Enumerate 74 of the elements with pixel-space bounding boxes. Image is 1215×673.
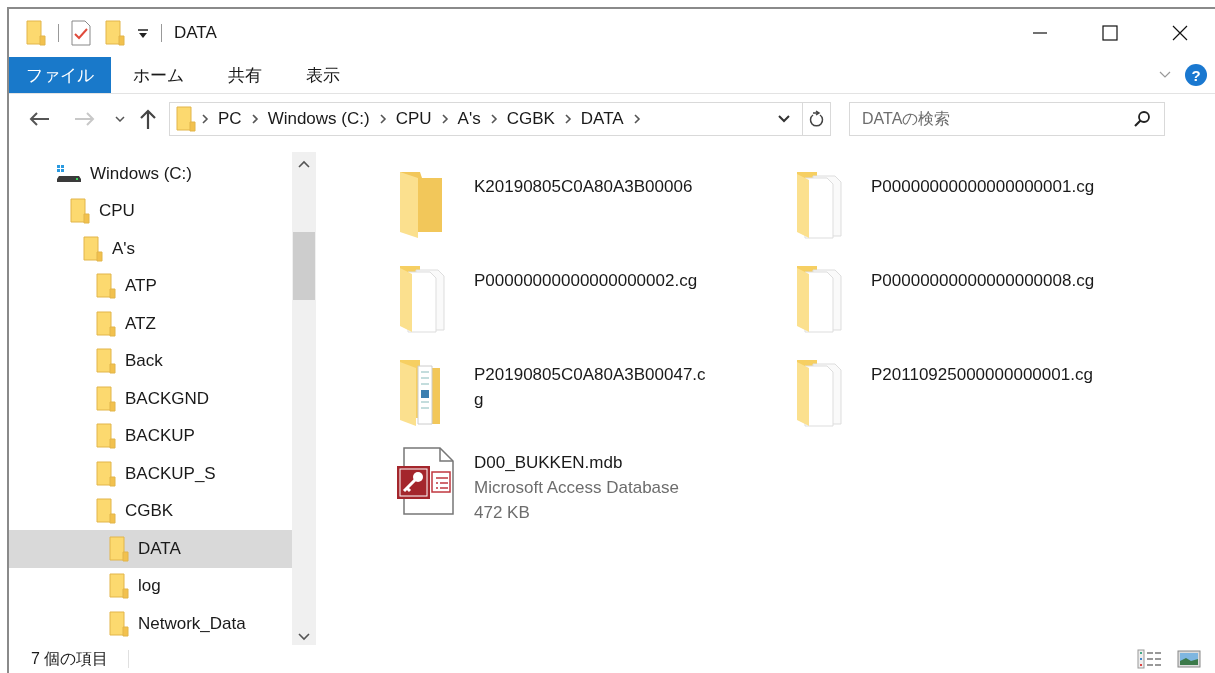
folder-icon — [26, 19, 46, 46]
folder-icon — [70, 198, 90, 225]
tree-item[interactable]: ATP — [9, 267, 292, 305]
tree-item[interactable]: BACKUP — [9, 417, 292, 455]
chevron-icon — [378, 114, 387, 124]
folder-icon — [96, 498, 116, 525]
tree-item[interactable]: A's — [9, 230, 292, 268]
chevron-icon — [489, 114, 498, 124]
folder-icon — [96, 423, 116, 450]
file-name[interactable]: P20110925000000000001.cg — [871, 362, 1111, 387]
folder-icon — [83, 235, 103, 262]
file-name[interactable]: D00_BUKKEN.mdb — [474, 450, 714, 475]
details-view-button[interactable] — [1137, 649, 1163, 669]
breadcrumb-item[interactable]: A's — [453, 109, 485, 129]
folder-icon — [109, 610, 129, 637]
address-bar[interactable]: PC Windows (C:) CPU A's CGBK DATA — [169, 102, 831, 136]
scrollbar-thumb[interactable] — [293, 231, 315, 300]
folder-icon — [96, 385, 116, 412]
tree-item[interactable]: CGBK — [9, 492, 292, 530]
search-field[interactable]: DATAの検索 — [849, 102, 1165, 136]
chevron-icon — [250, 114, 259, 124]
ribbon-tab[interactable]: 表示 — [284, 57, 362, 93]
folder-icon — [109, 573, 129, 600]
ribbon-tab[interactable]: 共有 — [206, 57, 284, 93]
properties-icon[interactable] — [71, 19, 91, 46]
folder-icon — [109, 535, 129, 562]
up-arrow-icon[interactable] — [139, 108, 157, 130]
folder-icon — [96, 310, 116, 337]
tree-item[interactable]: BACKUP_S — [9, 455, 292, 493]
folder-icon — [96, 348, 116, 375]
file-name[interactable]: P00000000000000000001.cg — [871, 174, 1111, 199]
large-icons-view-button[interactable] — [1177, 649, 1201, 669]
file-name[interactable]: P00000000000000000002.cg — [474, 268, 714, 293]
refresh-icon[interactable] — [808, 110, 825, 128]
chevron-icon — [632, 114, 641, 124]
search-icon — [1133, 110, 1151, 128]
breadcrumb-item[interactable]: PC — [214, 109, 246, 129]
file-name[interactable]: K20190805C0A80A3B00006 — [474, 174, 714, 199]
drive-icon — [57, 164, 81, 183]
close-icon[interactable] — [1172, 24, 1188, 41]
tree-item[interactable]: CPU — [9, 192, 292, 230]
dropdown-icon[interactable] — [137, 26, 149, 39]
maximize-icon[interactable] — [1102, 24, 1118, 41]
folder-icon — [96, 460, 116, 487]
tree-item[interactable]: ATZ — [9, 305, 292, 343]
file-name[interactable]: P20190805C0A80A3B00047.cg — [474, 362, 714, 412]
ribbon-tab[interactable]: ファイル — [9, 57, 111, 93]
tree-item[interactable]: Windows (C:) — [9, 155, 292, 193]
scroll-up-icon[interactable] — [298, 160, 310, 168]
chevron-down-icon[interactable] — [778, 115, 790, 123]
breadcrumb-item[interactable]: Windows (C:) — [263, 109, 374, 129]
item-count: 7 個の項目 — [31, 648, 109, 669]
file-name[interactable]: P00000000000000000008.cg — [871, 268, 1111, 293]
back-arrow-icon[interactable] — [28, 111, 50, 127]
breadcrumb-item[interactable]: DATA — [576, 109, 628, 129]
breadcrumb-item[interactable]: CGBK — [502, 109, 559, 129]
folder-icon — [176, 106, 196, 132]
chevron-icon — [563, 114, 572, 124]
tree-item[interactable]: Back — [9, 342, 292, 380]
ribbon-tab[interactable]: ホーム — [111, 57, 206, 93]
chevron-icon — [201, 114, 209, 124]
tree-item[interactable]: log — [9, 567, 292, 605]
chevron-down-icon[interactable] — [115, 116, 125, 122]
tree-item[interactable]: BACKGND — [9, 380, 292, 418]
folder-icon — [96, 273, 116, 300]
help-button[interactable]: ? — [1185, 64, 1207, 86]
chevron-icon — [440, 114, 449, 124]
file-size: 472 KB — [474, 502, 531, 524]
scroll-down-icon[interactable] — [298, 633, 310, 641]
tree-item[interactable]: DATA — [9, 530, 292, 568]
window-title: DATA — [174, 22, 217, 43]
breadcrumb-item[interactable]: CPU — [391, 109, 436, 129]
file-type: Microsoft Access Database — [474, 477, 681, 499]
tree-item[interactable]: Network_Data — [9, 605, 292, 643]
